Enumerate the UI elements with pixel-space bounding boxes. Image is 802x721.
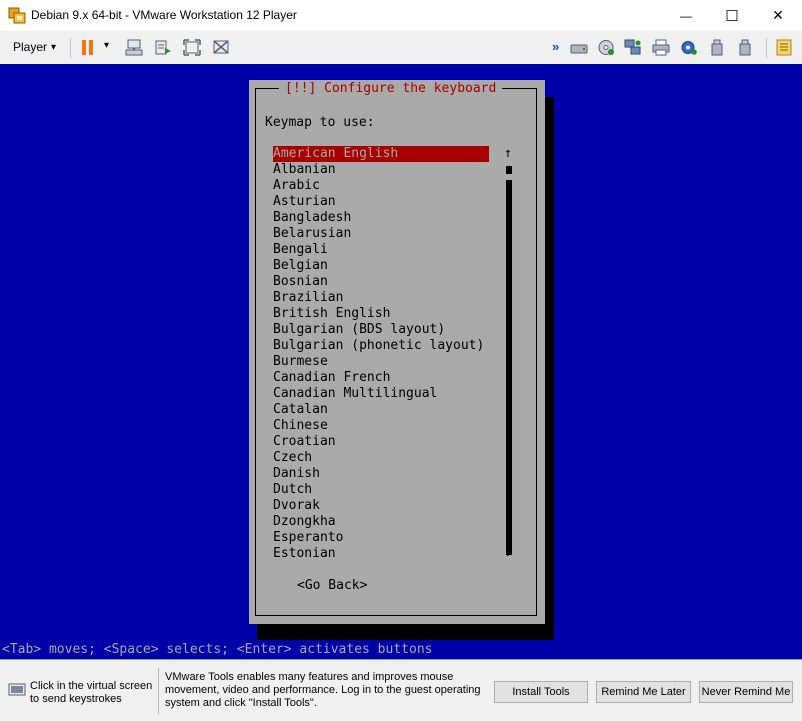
minimize-icon: — xyxy=(680,8,692,23)
configure-keyboard-dialog: [!!] Configure the keyboard Keymap to us… xyxy=(249,80,545,624)
printer-icon[interactable] xyxy=(652,39,670,56)
hard-disk-icon[interactable] xyxy=(570,39,588,56)
toolbar-separator xyxy=(766,38,767,58)
keymap-option[interactable]: Belgian xyxy=(273,258,489,274)
virtual-machine-screen[interactable]: [!!] Configure the keyboard Keymap to us… xyxy=(0,64,802,659)
sound-card-icon[interactable] xyxy=(680,39,698,56)
keymap-option[interactable]: Estonian xyxy=(273,546,489,562)
keymap-option[interactable]: Arabic xyxy=(273,178,489,194)
keymap-option[interactable]: Bangladesh xyxy=(273,210,489,226)
network-adapter-icon[interactable] xyxy=(624,39,642,56)
scrollbar-track[interactable] xyxy=(506,180,512,555)
full-screen-icon[interactable] xyxy=(183,39,201,56)
close-button[interactable]: ✕ xyxy=(755,0,801,31)
pause-dropdown-icon[interactable]: ▾ xyxy=(104,40,109,51)
scrollbar-thumb[interactable] xyxy=(506,166,512,174)
keymap-option[interactable]: Croatian xyxy=(273,434,489,450)
player-menu[interactable]: Player ▾ xyxy=(13,40,56,54)
install-tools-button[interactable]: Install Tools xyxy=(494,681,588,703)
keymap-option[interactable]: Esperanto xyxy=(273,530,489,546)
pause-icon[interactable] xyxy=(79,39,97,56)
keymap-option[interactable]: Albanian xyxy=(273,162,489,178)
keymap-option[interactable]: Bulgarian (BDS layout) xyxy=(273,322,489,338)
message-log-icon[interactable] xyxy=(775,39,793,56)
keymap-option[interactable]: Bulgarian (phonetic layout) xyxy=(273,338,489,354)
double-chevron-right-icon[interactable]: » xyxy=(552,39,559,54)
maximize-icon: ☐ xyxy=(725,7,739,25)
scroll-down-arrow-icon[interactable]: ↓ xyxy=(504,545,512,561)
title-bar: Debian 9.x 64-bit - VMware Workstation 1… xyxy=(0,0,802,31)
dialog-title-text: Configure the keyboard xyxy=(324,81,497,96)
minimize-button[interactable]: — xyxy=(663,0,709,31)
go-back-button[interactable]: <Go Back> xyxy=(297,578,367,594)
toolbar-separator xyxy=(70,38,71,58)
keymap-option[interactable]: Bosnian xyxy=(273,274,489,290)
dialog-title-flag: [!!] xyxy=(285,81,317,96)
dialog-title: [!!] Configure the keyboard xyxy=(279,81,503,97)
keymap-option[interactable]: Bengali xyxy=(273,242,489,258)
keymap-option[interactable]: Canadian Multilingual xyxy=(273,386,489,402)
usb-device-icon[interactable] xyxy=(708,39,726,56)
keymap-option[interactable]: Chinese xyxy=(273,418,489,434)
keymap-option[interactable]: American English xyxy=(273,146,489,162)
scroll-up-arrow-icon[interactable]: ↑ xyxy=(504,146,512,162)
keymap-option[interactable]: Catalan xyxy=(273,402,489,418)
keymap-option[interactable]: Czech xyxy=(273,450,489,466)
chevron-down-icon: ▾ xyxy=(51,41,57,53)
keymap-option[interactable]: Dvorak xyxy=(273,498,489,514)
removable-devices-icon[interactable] xyxy=(154,39,172,56)
vmware-app-icon[interactable] xyxy=(8,7,26,24)
remind-me-later-button[interactable]: Remind Me Later xyxy=(596,681,691,703)
player-menu-label: Player xyxy=(13,40,48,54)
toolbar: Player ▾ ▾ » xyxy=(0,31,802,65)
keymap-option[interactable]: Brazilian xyxy=(273,290,489,306)
keymap-option[interactable]: Dzongkha xyxy=(273,514,489,530)
vmware-tools-message: VMware Tools enables many features and i… xyxy=(165,671,481,709)
maximize-button[interactable]: ☐ xyxy=(709,0,755,31)
keymap-option[interactable]: Canadian French xyxy=(273,370,489,386)
notification-bar: Click in the virtual screen to send keys… xyxy=(0,659,802,721)
close-icon: ✕ xyxy=(772,7,784,23)
window-title: Debian 9.x 64-bit - VMware Workstation 1… xyxy=(31,8,297,22)
keymap-option[interactable]: Burmese xyxy=(273,354,489,370)
keymap-option[interactable]: Asturian xyxy=(273,194,489,210)
send-ctrl-alt-del-icon[interactable] xyxy=(125,39,143,56)
keymap-option[interactable]: Dutch xyxy=(273,482,489,498)
notification-separator xyxy=(158,668,159,714)
unity-icon[interactable] xyxy=(212,39,230,56)
keystroke-hint: Click in the virtual screen to send keys… xyxy=(30,680,153,705)
keymap-list[interactable]: American English Albanian Arabic Asturian Ba… xyxy=(273,146,489,562)
keymap-prompt: Keymap to use: xyxy=(265,115,375,130)
keyboard-hint-icon xyxy=(8,683,26,696)
cd-dvd-icon[interactable] xyxy=(597,39,615,56)
keymap-option[interactable]: Danish xyxy=(273,466,489,482)
keymap-option[interactable]: Belarusian xyxy=(273,226,489,242)
keymap-option[interactable]: British English xyxy=(273,306,489,322)
usb-device-2-icon[interactable] xyxy=(736,39,754,56)
never-remind-me-button[interactable]: Never Remind Me xyxy=(699,681,793,703)
installer-status-line: <Tab> moves; <Space> selects; <Enter> ac… xyxy=(2,642,433,657)
